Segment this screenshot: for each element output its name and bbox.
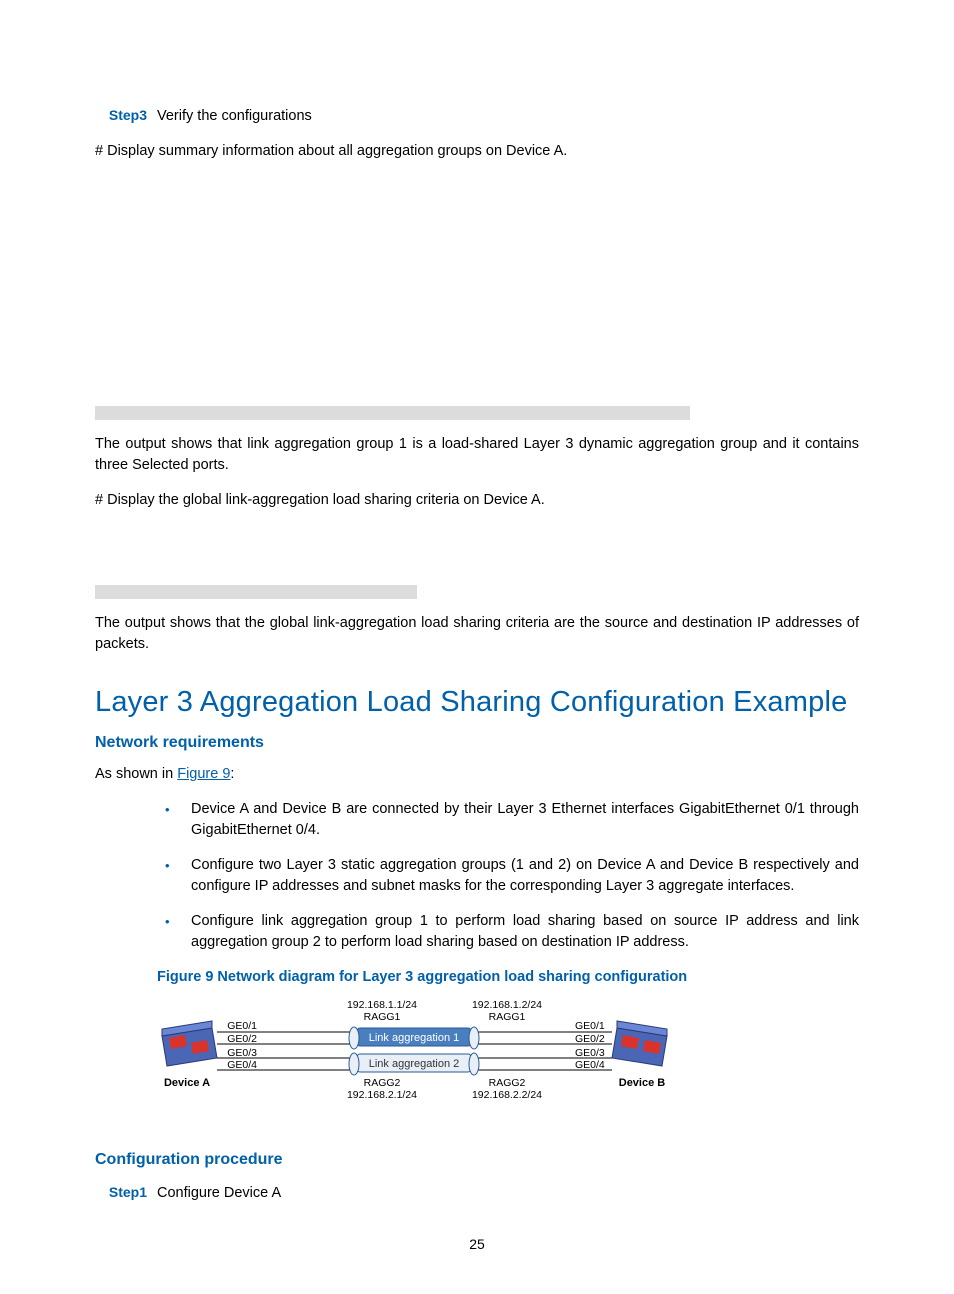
configuration-procedure-heading: Configuration procedure <box>95 1148 859 1171</box>
right-top-ragg: RAGG1 <box>489 1011 526 1023</box>
step3-line1: # Display summary information about all … <box>95 141 859 162</box>
step3-row: Step3 Verify the configurations <box>95 105 859 127</box>
step3-title: Verify the configurations <box>157 106 859 127</box>
device-b-label: Device B <box>619 1077 666 1089</box>
figure-9-link[interactable]: Figure 9 <box>177 766 230 782</box>
step3-label: Step3 <box>95 105 147 125</box>
right-port-2: GE0/2 <box>575 1033 605 1045</box>
step3-line2: # Display the global link-aggregation lo… <box>95 490 859 511</box>
right-port-1: GE0/1 <box>575 1020 605 1032</box>
left-bot-ragg: RAGG2 <box>364 1077 401 1089</box>
netreq-bullets: Device A and Device B are connected by t… <box>95 799 859 953</box>
figure-caption: Figure 9 Network diagram for Layer 3 agg… <box>157 967 859 988</box>
output-bar-1 <box>95 406 690 420</box>
step3-outnote2: The output shows that the global link-ag… <box>95 613 859 655</box>
right-port-3: GE0/3 <box>575 1047 605 1059</box>
list-item: Configure link aggregation group 1 to pe… <box>157 911 859 953</box>
list-item: Configure two Layer 3 static aggregation… <box>157 855 859 897</box>
page-number: 25 <box>0 1234 954 1254</box>
left-port-1: GE0/1 <box>227 1020 257 1032</box>
right-top-ip: 192.168.1.2/24 <box>472 999 542 1011</box>
step3-outnote1: The output shows that link aggregation g… <box>95 434 859 476</box>
step1-text: Configure Device A <box>157 1183 859 1204</box>
diagram-svg: Link aggregation 1 Link aggregation 2 GE… <box>157 998 677 1118</box>
link-agg-2-label: Link aggregation 2 <box>369 1058 460 1070</box>
netreq-intro: As shown in Figure 9: <box>95 764 859 785</box>
output-placeholder-1 <box>157 176 859 396</box>
output-placeholder-2 <box>157 525 859 575</box>
device-a-label: Device A <box>164 1077 210 1089</box>
netreq-intro-post: : <box>230 766 234 782</box>
left-port-3: GE0/3 <box>227 1047 257 1059</box>
section-title: Layer 3 Aggregation Load Sharing Configu… <box>95 681 859 723</box>
netreq-intro-pre: As shown in <box>95 766 177 782</box>
left-top-ip: 192.168.1.1/24 <box>347 999 417 1011</box>
device-b-icon <box>612 1021 667 1066</box>
left-top-ragg: RAGG1 <box>364 1011 401 1023</box>
right-port-4: GE0/4 <box>575 1059 605 1071</box>
right-bot-ip: 192.168.2.2/24 <box>472 1089 542 1101</box>
left-port-4: GE0/4 <box>227 1059 257 1071</box>
list-item: Device A and Device B are connected by t… <box>157 799 859 841</box>
left-bot-ip: 192.168.2.1/24 <box>347 1089 417 1101</box>
network-requirements-heading: Network requirements <box>95 731 859 754</box>
output-bar-2 <box>95 585 417 599</box>
left-port-2: GE0/2 <box>227 1033 257 1045</box>
device-a-icon <box>162 1021 217 1066</box>
network-diagram: Link aggregation 1 Link aggregation 2 GE… <box>157 998 859 1118</box>
step1-label: Step1 <box>95 1182 147 1202</box>
step1-row: Step1 Configure Device A <box>95 1182 859 1204</box>
right-bot-ragg: RAGG2 <box>489 1077 526 1089</box>
page: Step3 Verify the configurations # Displa… <box>0 0 954 1294</box>
link-agg-1-label: Link aggregation 1 <box>369 1032 460 1044</box>
